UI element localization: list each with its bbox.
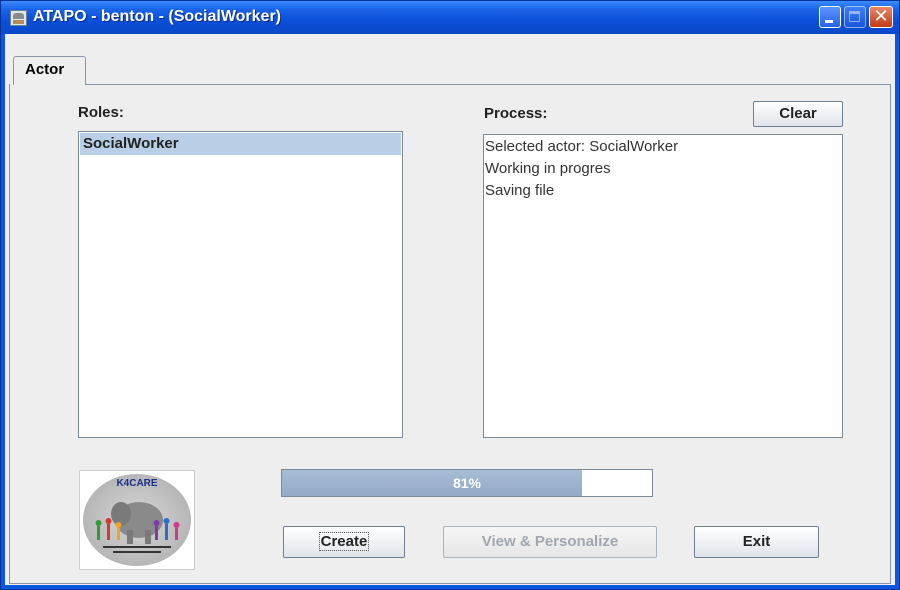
roles-list-item[interactable]: SocialWorker [80, 133, 401, 155]
app-icon[interactable] [10, 10, 27, 26]
maximize-button[interactable] [844, 6, 866, 28]
create-button-label: Create [318, 532, 370, 551]
close-icon: ✕ [873, 6, 889, 27]
app-window: ATAPO - benton - (SocialWorker) ✕ Actor … [0, 0, 900, 590]
exit-button[interactable]: Exit [694, 526, 819, 558]
process-log-line: Selected actor: SocialWorker [485, 138, 679, 155]
title-bar[interactable]: ATAPO - benton - (SocialWorker) ✕ [1, 1, 899, 34]
window-title: ATAPO - benton - (SocialWorker) [33, 8, 282, 25]
close-button[interactable]: ✕ [869, 6, 893, 28]
roles-list[interactable]: SocialWorker [78, 131, 403, 438]
process-log-line: Saving file [485, 182, 555, 199]
minimize-button[interactable] [819, 6, 841, 28]
view-personalize-button[interactable]: View & Personalize [443, 526, 657, 558]
logo-text: K4CARE [116, 478, 158, 489]
create-button[interactable]: Create [283, 526, 405, 558]
process-log-line: Working in progres [485, 160, 611, 177]
clear-button[interactable]: Clear [753, 101, 843, 127]
maximize-icon [849, 11, 860, 22]
client-area: Actor Roles: SocialWorker Process: Clear… [5, 34, 895, 585]
process-label: Process: [484, 105, 548, 122]
k4care-logo: K4CARE [79, 470, 195, 570]
tab-actor[interactable]: Actor [13, 56, 86, 85]
minimize-icon [825, 20, 833, 23]
progress-bar: 81% [281, 469, 653, 497]
tab-actor-label: Actor [25, 61, 65, 78]
process-log[interactable]: Selected actor: SocialWorker Working in … [483, 134, 843, 438]
roles-label: Roles: [78, 104, 124, 121]
progress-label: 81% [452, 475, 482, 491]
